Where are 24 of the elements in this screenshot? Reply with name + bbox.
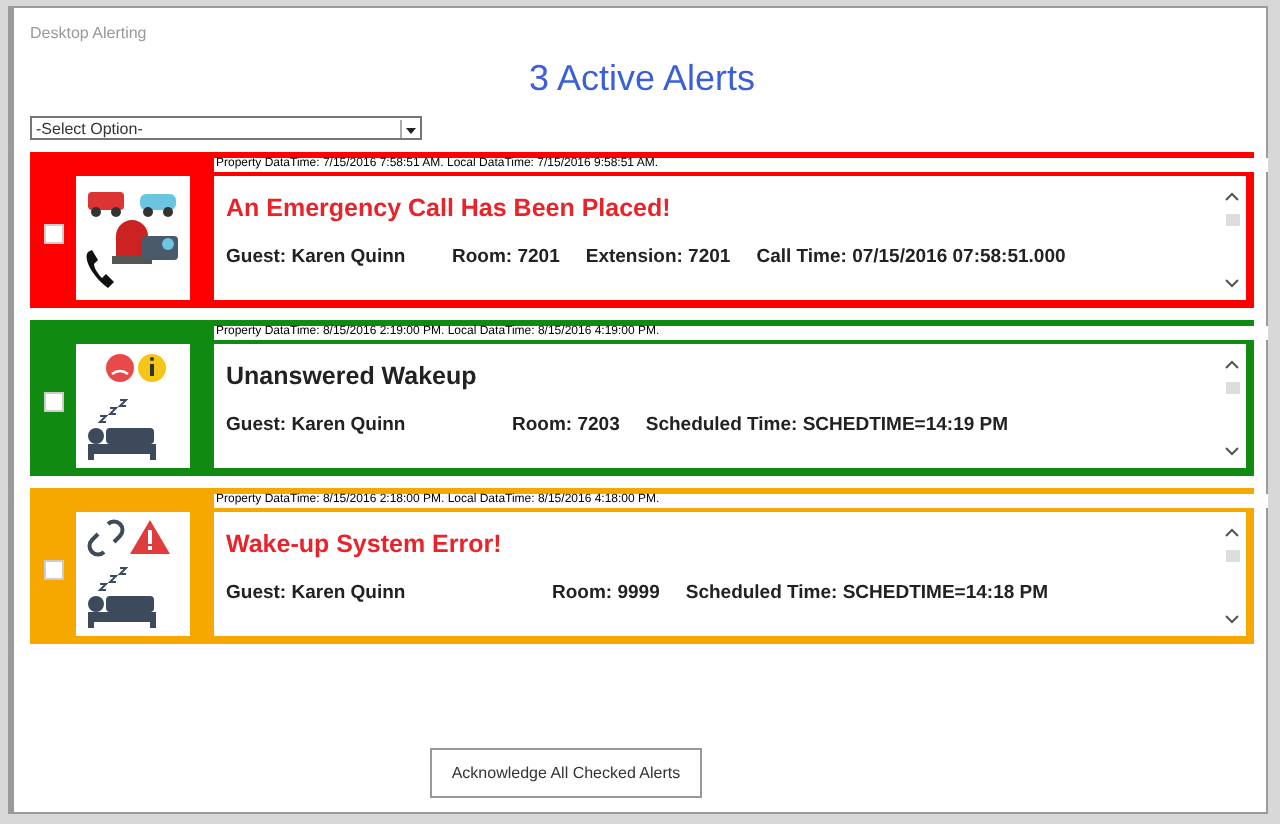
alert-detail: Scheduled Time: SCHEDTIME=14:19 PM — [645, 414, 1009, 436]
alert-checkbox[interactable] — [44, 560, 64, 580]
alert-title: Wake-up System Error! — [226, 530, 504, 558]
alert-detail: Extension: 7201 — [585, 246, 731, 268]
alert-title: Unanswered Wakeup — [226, 362, 479, 390]
sleeping-bed-icon — [76, 344, 190, 468]
alert-detail: Scheduled Time: SCHEDTIME=14:18 PM — [685, 582, 1049, 604]
alert-detail: Guest: Karen Quinn — [226, 582, 408, 604]
alert-checkbox[interactable] — [44, 224, 64, 244]
alert-detail: Room: 7203 — [512, 414, 620, 436]
alert-detail: Call Time: 07/15/2016 07:58:51.000 — [756, 246, 1066, 268]
dropdown-caret-icon — [400, 119, 420, 137]
alert-detail: Guest: Karen Quinn — [226, 414, 408, 436]
emergency-icons-drawing — [76, 176, 190, 300]
alert-detail: Room: 9999 — [552, 582, 660, 604]
alerts-heading: 3 Active Alerts — [528, 58, 756, 100]
alert-detail: Room: 7201 — [452, 246, 560, 268]
acknowledge-button[interactable]: Acknowledge All Checked Alerts — [429, 748, 703, 798]
sleeping-bed-icon — [76, 512, 190, 636]
alert-detail: Guest: Karen Quinn — [226, 246, 408, 268]
option-dropdown[interactable]: -Select Option- — [30, 116, 422, 140]
alert-checkbox[interactable] — [44, 392, 64, 412]
alert-title: An Emergency Call Has Been Placed! — [226, 194, 673, 222]
window-title: Desktop Alerting — [30, 24, 149, 42]
